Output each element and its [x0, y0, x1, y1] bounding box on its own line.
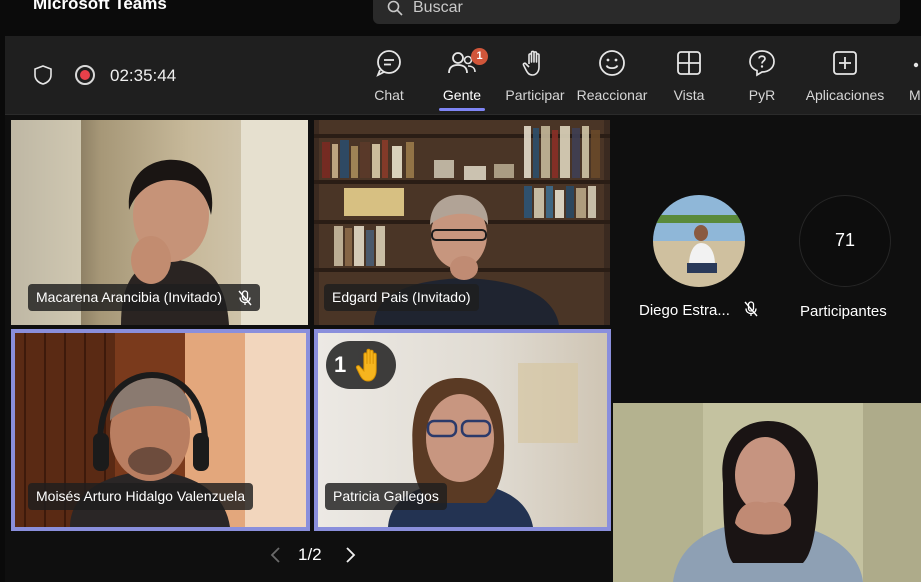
participant-name: Patricia Gallegos	[333, 488, 439, 504]
more-button[interactable]: M	[903, 36, 921, 114]
video-feed	[613, 403, 921, 582]
participants-count-button[interactable]: 71	[799, 195, 891, 287]
raise-hand-label: Participar	[505, 87, 565, 103]
video-tile-patricia[interactable]: 1 Patricia Gallegos	[314, 329, 611, 531]
qna-icon	[749, 50, 775, 77]
chat-button[interactable]: Chat	[364, 36, 414, 114]
chat-label: Chat	[374, 87, 404, 103]
participant-name-diego: Diego Estra...	[639, 302, 730, 319]
add-app-icon	[833, 51, 857, 75]
participant-name-pill: Macarena Arancibia (Invitado)	[28, 284, 260, 311]
raise-hand-button[interactable]: Participar	[502, 36, 568, 114]
raised-hand-indicator: 1	[326, 341, 396, 389]
gallery-pager: 1/2	[270, 543, 360, 567]
self-view-tile[interactable]	[613, 403, 921, 582]
participant-name: Edgard Pais (Invitado)	[332, 289, 471, 305]
mic-off-icon	[238, 290, 252, 306]
view-button[interactable]: Vista	[664, 36, 714, 114]
meeting-window: 02:35:44 Chat 1 Gente Participar Reaccio…	[5, 36, 921, 582]
meeting-timer: 02:35:44	[110, 66, 177, 85]
more-icon	[913, 62, 919, 68]
more-label: M	[909, 87, 921, 103]
participant-name-pill: Patricia Gallegos	[325, 483, 447, 510]
people-label: Gente	[442, 87, 482, 103]
search-icon	[387, 0, 403, 16]
participant-avatar-diego[interactable]	[653, 195, 745, 287]
raise-hand-icon	[522, 50, 540, 76]
react-label: Reaccionar	[576, 87, 648, 103]
search-input[interactable]: Buscar	[413, 0, 463, 17]
react-button[interactable]: Reaccionar	[574, 36, 650, 114]
avatar	[653, 195, 745, 287]
people-badge: 1	[471, 48, 488, 65]
participant-name-pill: Moisés Arturo Hidalgo Valenzuela	[28, 483, 254, 510]
apps-button[interactable]: Aplicaciones	[801, 36, 889, 114]
mic-off-icon	[744, 301, 758, 317]
video-tile-edgard[interactable]: Edgard Pais (Invitado)	[314, 120, 610, 325]
chevron-right-icon[interactable]	[344, 547, 356, 563]
participant-name: Macarena Arancibia (Invitado)	[36, 289, 222, 305]
video-tile-macarena[interactable]: Macarena Arancibia (Invitado)	[11, 120, 308, 325]
view-label: Vista	[673, 87, 705, 103]
search-box[interactable]: Buscar	[373, 0, 900, 24]
raised-hand-icon	[355, 348, 377, 382]
shield-icon[interactable]	[32, 64, 54, 86]
smiley-icon	[599, 50, 625, 76]
meeting-toolbar: 02:35:44 Chat 1 Gente Participar Reaccio…	[5, 36, 921, 115]
app-title: Microsoft Teams	[33, 0, 167, 13]
qna-button[interactable]: PyR	[739, 36, 785, 114]
video-tile-moises[interactable]: Moisés Arturo Hidalgo Valenzuela	[11, 329, 310, 531]
grid-icon	[677, 51, 701, 75]
hand-raise-order: 1	[334, 352, 347, 377]
participant-name: Moisés Arturo Hidalgo Valenzuela	[36, 488, 246, 504]
video-stage: Macarena Arancibia (Invitado) Edgard Pai…	[5, 115, 921, 582]
chevron-left-icon[interactable]	[270, 547, 282, 563]
participants-label: Participantes	[800, 303, 887, 320]
chat-icon	[376, 50, 401, 77]
participants-count: 71	[834, 230, 856, 250]
apps-label: Aplicaciones	[805, 87, 885, 103]
active-tab-indicator	[439, 108, 485, 111]
participant-name-pill: Edgard Pais (Invitado)	[324, 284, 479, 311]
title-bar: Microsoft Teams Buscar	[0, 0, 921, 30]
people-button[interactable]: 1 Gente	[437, 36, 488, 114]
recording-indicator-icon	[75, 65, 95, 85]
page-indicator: 1/2	[298, 545, 322, 564]
qna-label: PyR	[748, 87, 776, 103]
